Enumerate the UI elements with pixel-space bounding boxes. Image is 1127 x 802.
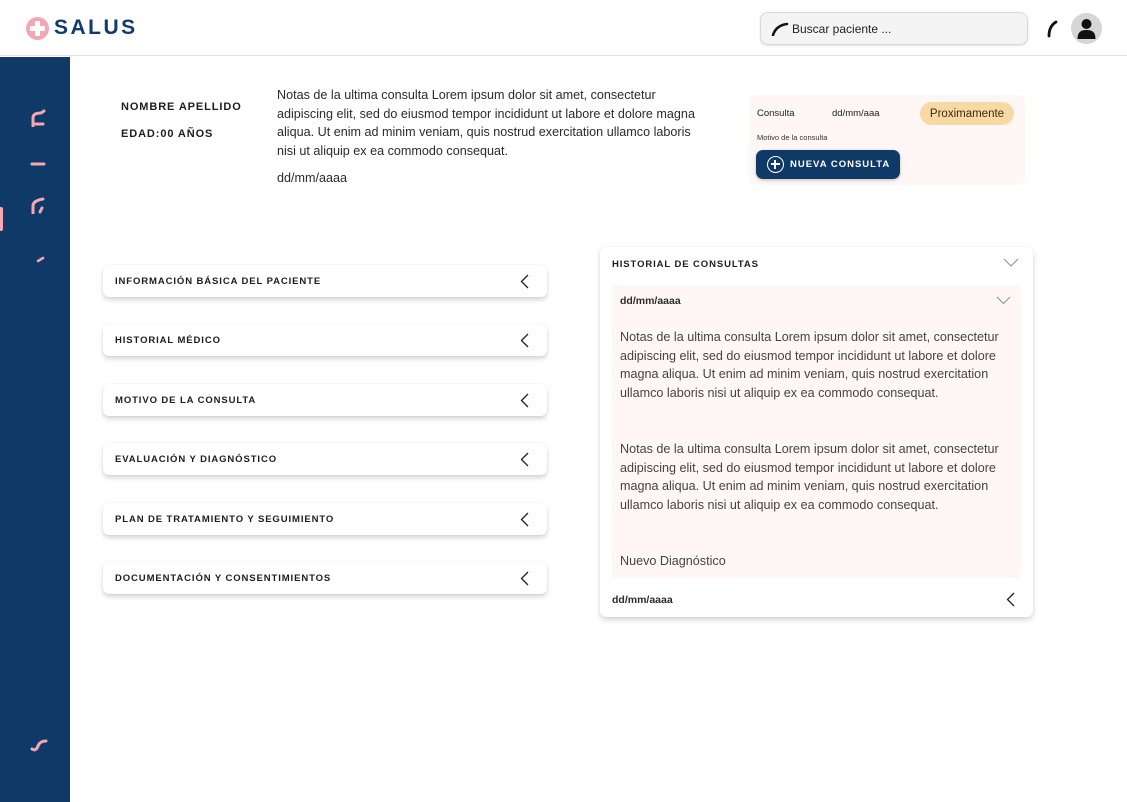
patient-age: EDAD:00 AÑOS — [121, 128, 214, 140]
user-avatar-icon — [1077, 19, 1096, 39]
section-title: PLAN DE TRATAMIENTO Y SEGUIMIENTO — [115, 513, 335, 525]
new-consultation-label: NUEVA CONSULTA — [790, 159, 891, 170]
next-consultation-card: Consulta dd/mm/aaa Proximamente Motivo d… — [749, 95, 1025, 185]
history-note: Notas de la ultima consulta Lorem ipsum … — [620, 442, 999, 513]
patients-icon[interactable] — [30, 156, 46, 174]
chevron-left-icon[interactable] — [1006, 592, 1015, 607]
user-avatar[interactable] — [1071, 13, 1102, 44]
section-consult-reason[interactable]: MOTIVO DE LA CONSULTA — [103, 384, 547, 416]
chevron-left-icon — [520, 452, 529, 466]
search-icon — [771, 22, 789, 36]
chevron-left-icon — [520, 333, 529, 347]
section-title: INFORMACIÓN BÁSICA DEL PACIENTE — [115, 275, 322, 287]
new-consultation-button[interactable]: NUEVA CONSULTA — [756, 150, 900, 179]
logout-icon[interactable] — [30, 737, 48, 758]
last-consult-date: dd/mm/aaaa — [277, 171, 348, 185]
history-title: HISTORIAL DE CONSULTAS — [612, 259, 759, 270]
section-evaluation-diagnosis[interactable]: EVALUACIÓN Y DIAGNÓSTICO — [103, 443, 547, 475]
history-note: Notas de la ultima consulta Lorem ipsum … — [620, 330, 999, 401]
section-title: MOTIVO DE LA CONSULTA — [115, 394, 257, 406]
section-title: HISTORIAL MÉDICO — [115, 334, 221, 346]
top-header: SALUS — [0, 0, 1127, 56]
chevron-left-icon — [520, 274, 529, 288]
section-documentation[interactable]: DOCUMENTACIÓN Y CONSENTIMIENTOS — [103, 562, 547, 594]
section-basic-info[interactable]: INFORMACIÓN BÁSICA DEL PACIENTE — [103, 265, 547, 297]
active-indicator — [0, 207, 3, 231]
patient-search[interactable] — [760, 12, 1028, 45]
reports-icon[interactable] — [36, 250, 46, 268]
chevron-down-icon[interactable] — [1003, 258, 1019, 267]
history-item-date: dd/mm/aaaa — [620, 295, 681, 307]
section-medical-history[interactable]: HISTORIAL MÉDICO — [103, 324, 547, 356]
section-treatment-plan[interactable]: PLAN DE TRATAMIENTO Y SEGUIMIENTO — [103, 503, 547, 535]
consultation-date: dd/mm/aaa — [832, 108, 880, 119]
section-title: DOCUMENTACIÓN Y CONSENTIMIENTOS — [115, 572, 332, 584]
bell-icon[interactable] — [1046, 20, 1058, 43]
consultation-label: Consulta — [757, 108, 795, 119]
patient-name: NOMBRE APELLIDO — [121, 101, 242, 113]
search-input[interactable] — [792, 21, 1012, 36]
last-consult-notes: Notas de la ultima consulta Lorem ipsum … — [277, 88, 695, 158]
history-item-expanded[interactable]: dd/mm/aaaa Notas de la ultima consulta L… — [612, 285, 1021, 578]
sidebar — [0, 57, 70, 802]
salus-logo[interactable]: SALUS — [26, 16, 138, 40]
status-badge: Proximamente — [920, 102, 1014, 125]
chevron-left-icon — [520, 571, 529, 585]
plus-circle-icon — [767, 156, 784, 173]
consultation-history-panel: HISTORIAL DE CONSULTAS dd/mm/aaaa Notas … — [600, 247, 1033, 617]
chevron-left-icon — [520, 393, 529, 407]
section-title: EVALUACIÓN Y DIAGNÓSTICO — [115, 453, 278, 465]
home-icon[interactable] — [30, 109, 46, 132]
medical-cross-icon — [26, 16, 49, 40]
logo-text: SALUS — [54, 16, 138, 39]
calendar-icon[interactable] — [30, 196, 46, 219]
history-item-date[interactable]: dd/mm/aaaa — [612, 594, 673, 606]
consultation-reason-label: Motivo de la consulta — [757, 133, 828, 142]
history-diagnosis: Nuevo Diagnóstico — [620, 554, 726, 568]
chevron-left-icon — [520, 512, 529, 526]
chevron-down-icon[interactable] — [996, 296, 1011, 305]
